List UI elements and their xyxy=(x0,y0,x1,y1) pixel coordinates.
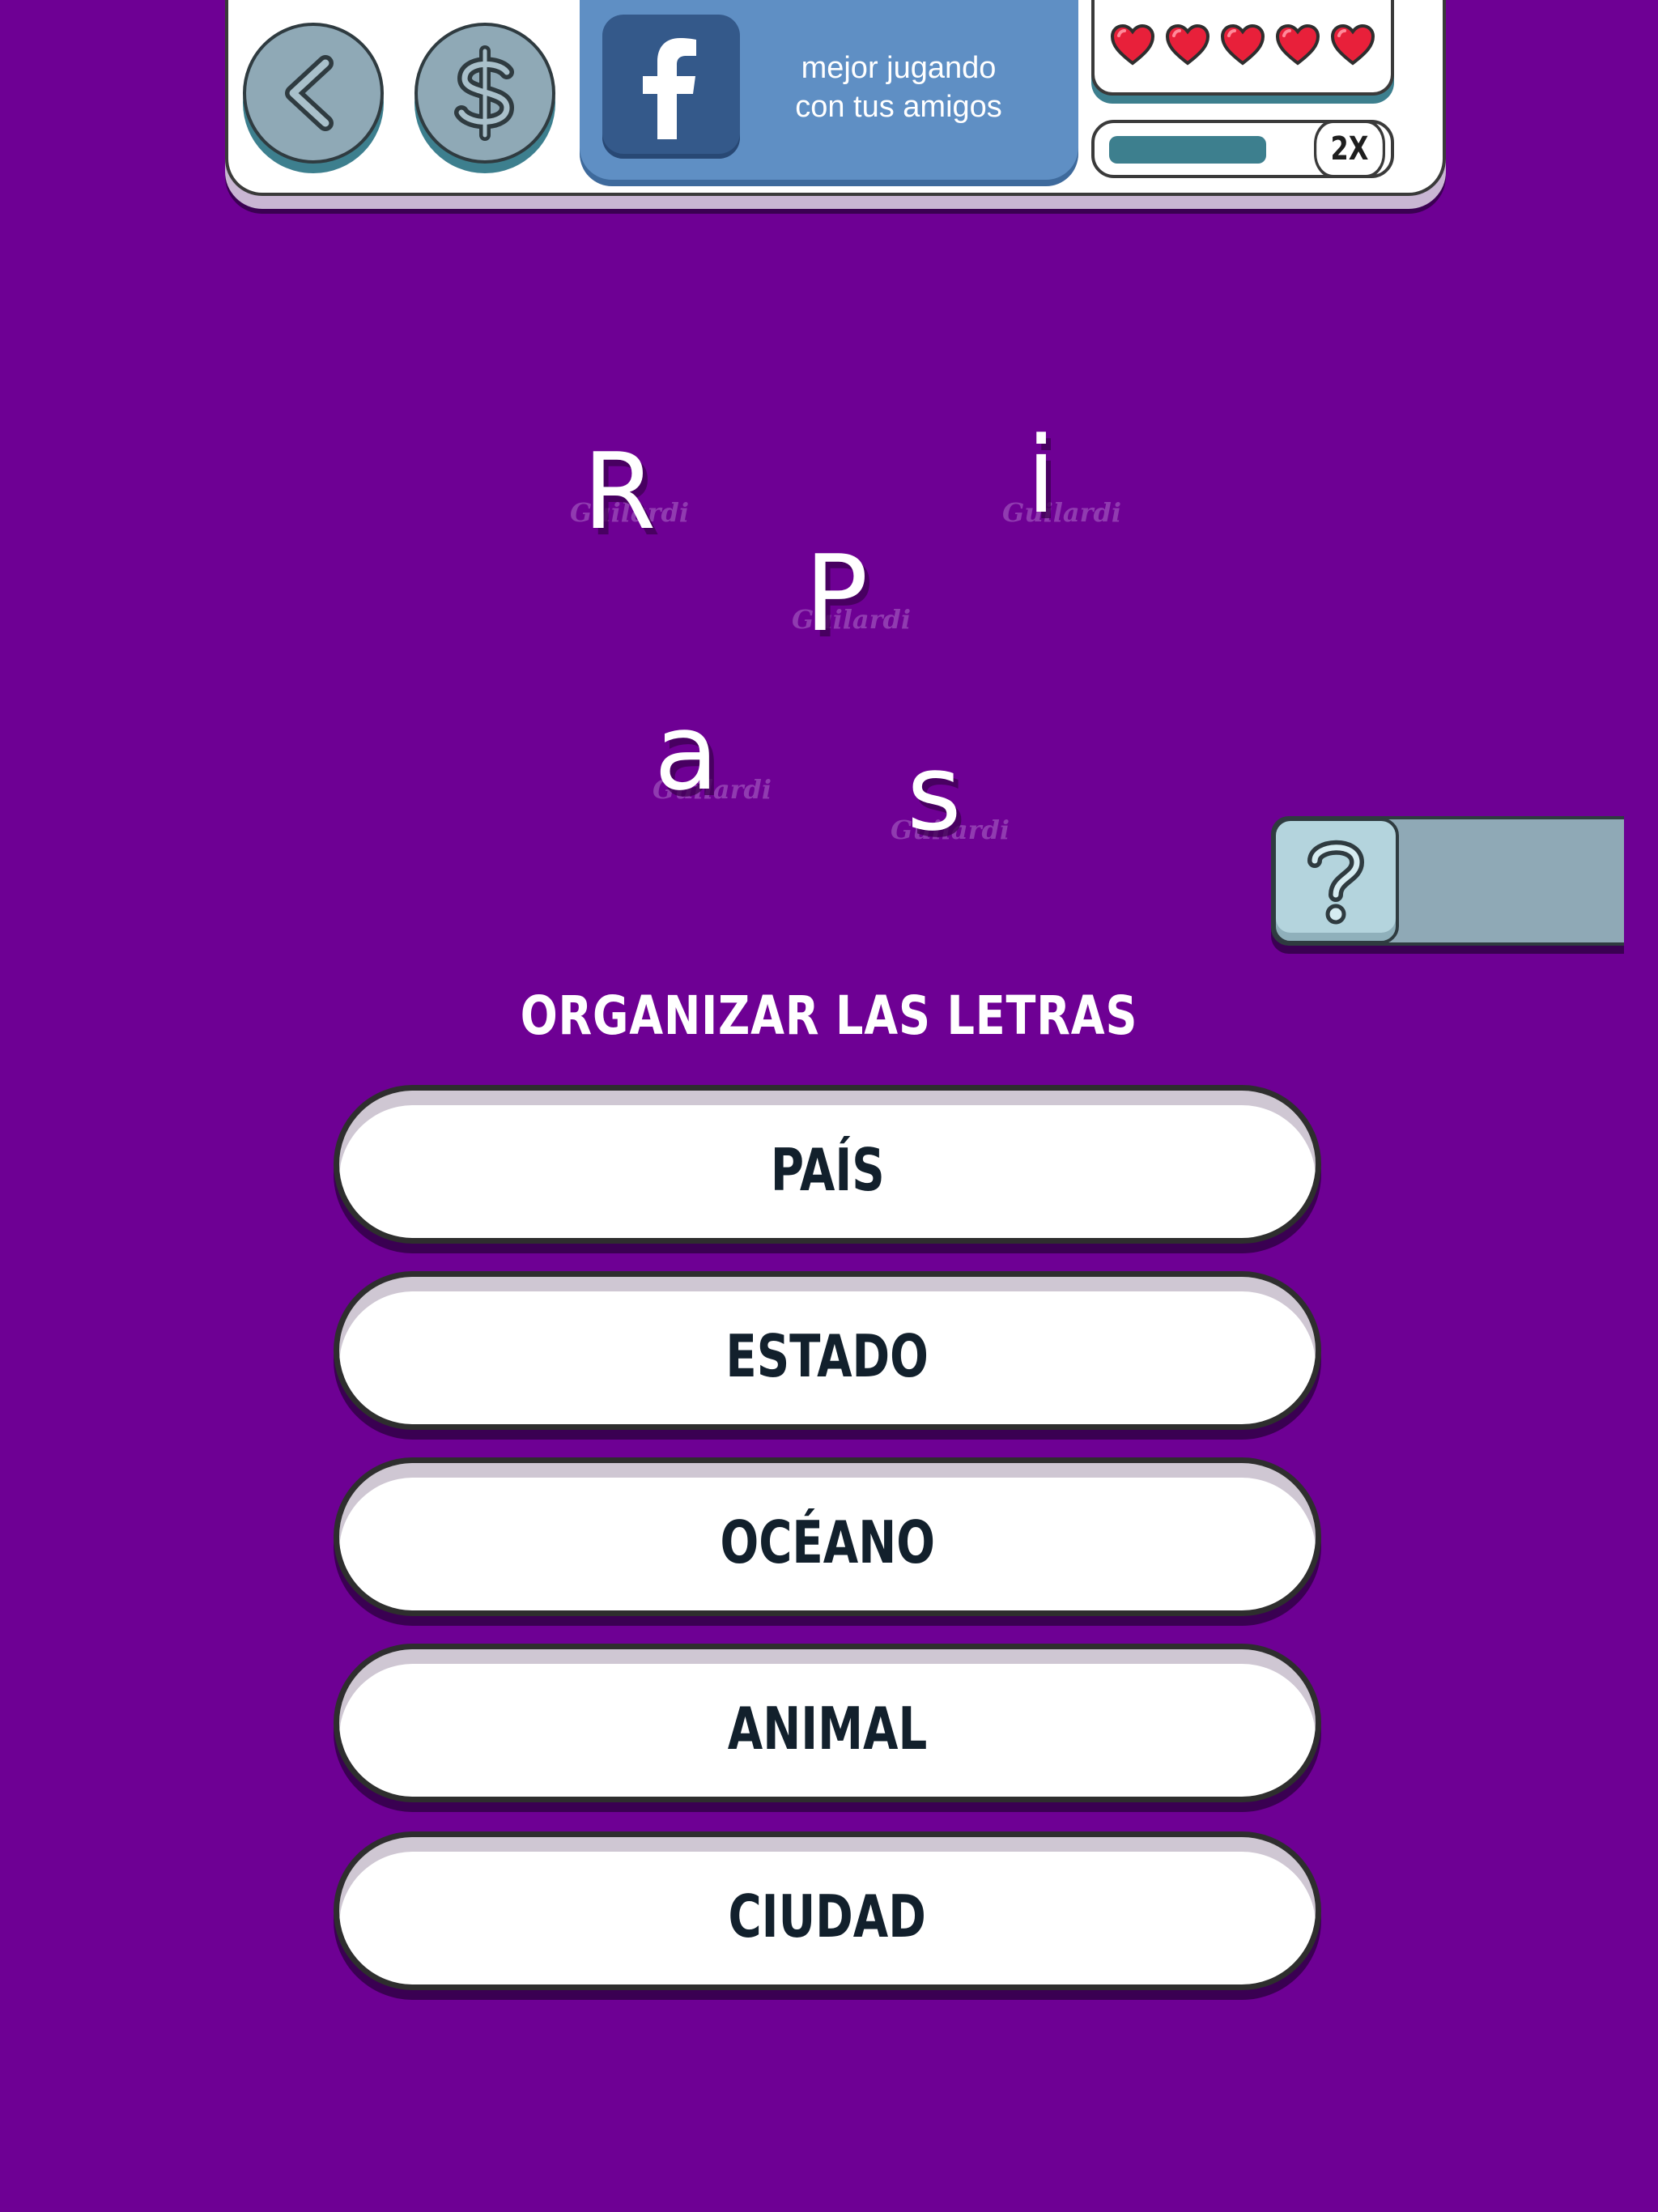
facebook-icon[interactable] xyxy=(602,15,740,159)
option-button[interactable]: ESTADO xyxy=(334,1271,1321,1430)
multiplier-label: 2X xyxy=(1314,120,1385,178)
heart-icon xyxy=(1110,23,1155,66)
option-button[interactable]: OCÉANO xyxy=(334,1457,1321,1616)
back-button[interactable] xyxy=(243,23,384,164)
coins-button[interactable] xyxy=(414,23,555,164)
multiplier-progress-bar xyxy=(1109,136,1266,164)
letter-tile[interactable]: a xyxy=(654,700,719,805)
chevron-left-icon xyxy=(285,55,334,131)
hint-button[interactable] xyxy=(1273,818,1399,944)
letter-tile[interactable]: i xyxy=(1027,423,1056,528)
heart-icon xyxy=(1220,23,1265,66)
heart-icon xyxy=(1165,23,1210,66)
letter-tile[interactable]: s xyxy=(907,740,962,845)
letter-tile[interactable]: P xyxy=(805,541,868,646)
dollar-icon xyxy=(454,45,515,141)
option-button[interactable]: PAÍS xyxy=(334,1085,1321,1244)
instruction-title: ORGANIZAR LAS LETRAS xyxy=(520,985,1138,1047)
option-button[interactable]: ANIMAL xyxy=(334,1644,1321,1802)
option-label: CIUDAD xyxy=(728,1882,927,1950)
facebook-promo-text[interactable]: mejor jugando con tus amigos xyxy=(753,49,1044,126)
heart-icon xyxy=(1275,23,1320,66)
watermark: Guilardi xyxy=(1002,497,1122,528)
option-button[interactable]: CIUDAD xyxy=(334,1831,1321,1990)
option-label: OCÉANO xyxy=(720,1508,935,1576)
letter-tile[interactable]: R xyxy=(583,439,656,544)
heart-icon xyxy=(1330,23,1375,66)
score-multiplier: 2X xyxy=(1091,120,1394,178)
option-label: ESTADO xyxy=(725,1322,929,1390)
question-mark-icon xyxy=(1307,840,1365,925)
lives-display xyxy=(1091,0,1394,96)
option-label: ANIMAL xyxy=(727,1695,928,1763)
option-label: PAÍS xyxy=(770,1136,885,1204)
